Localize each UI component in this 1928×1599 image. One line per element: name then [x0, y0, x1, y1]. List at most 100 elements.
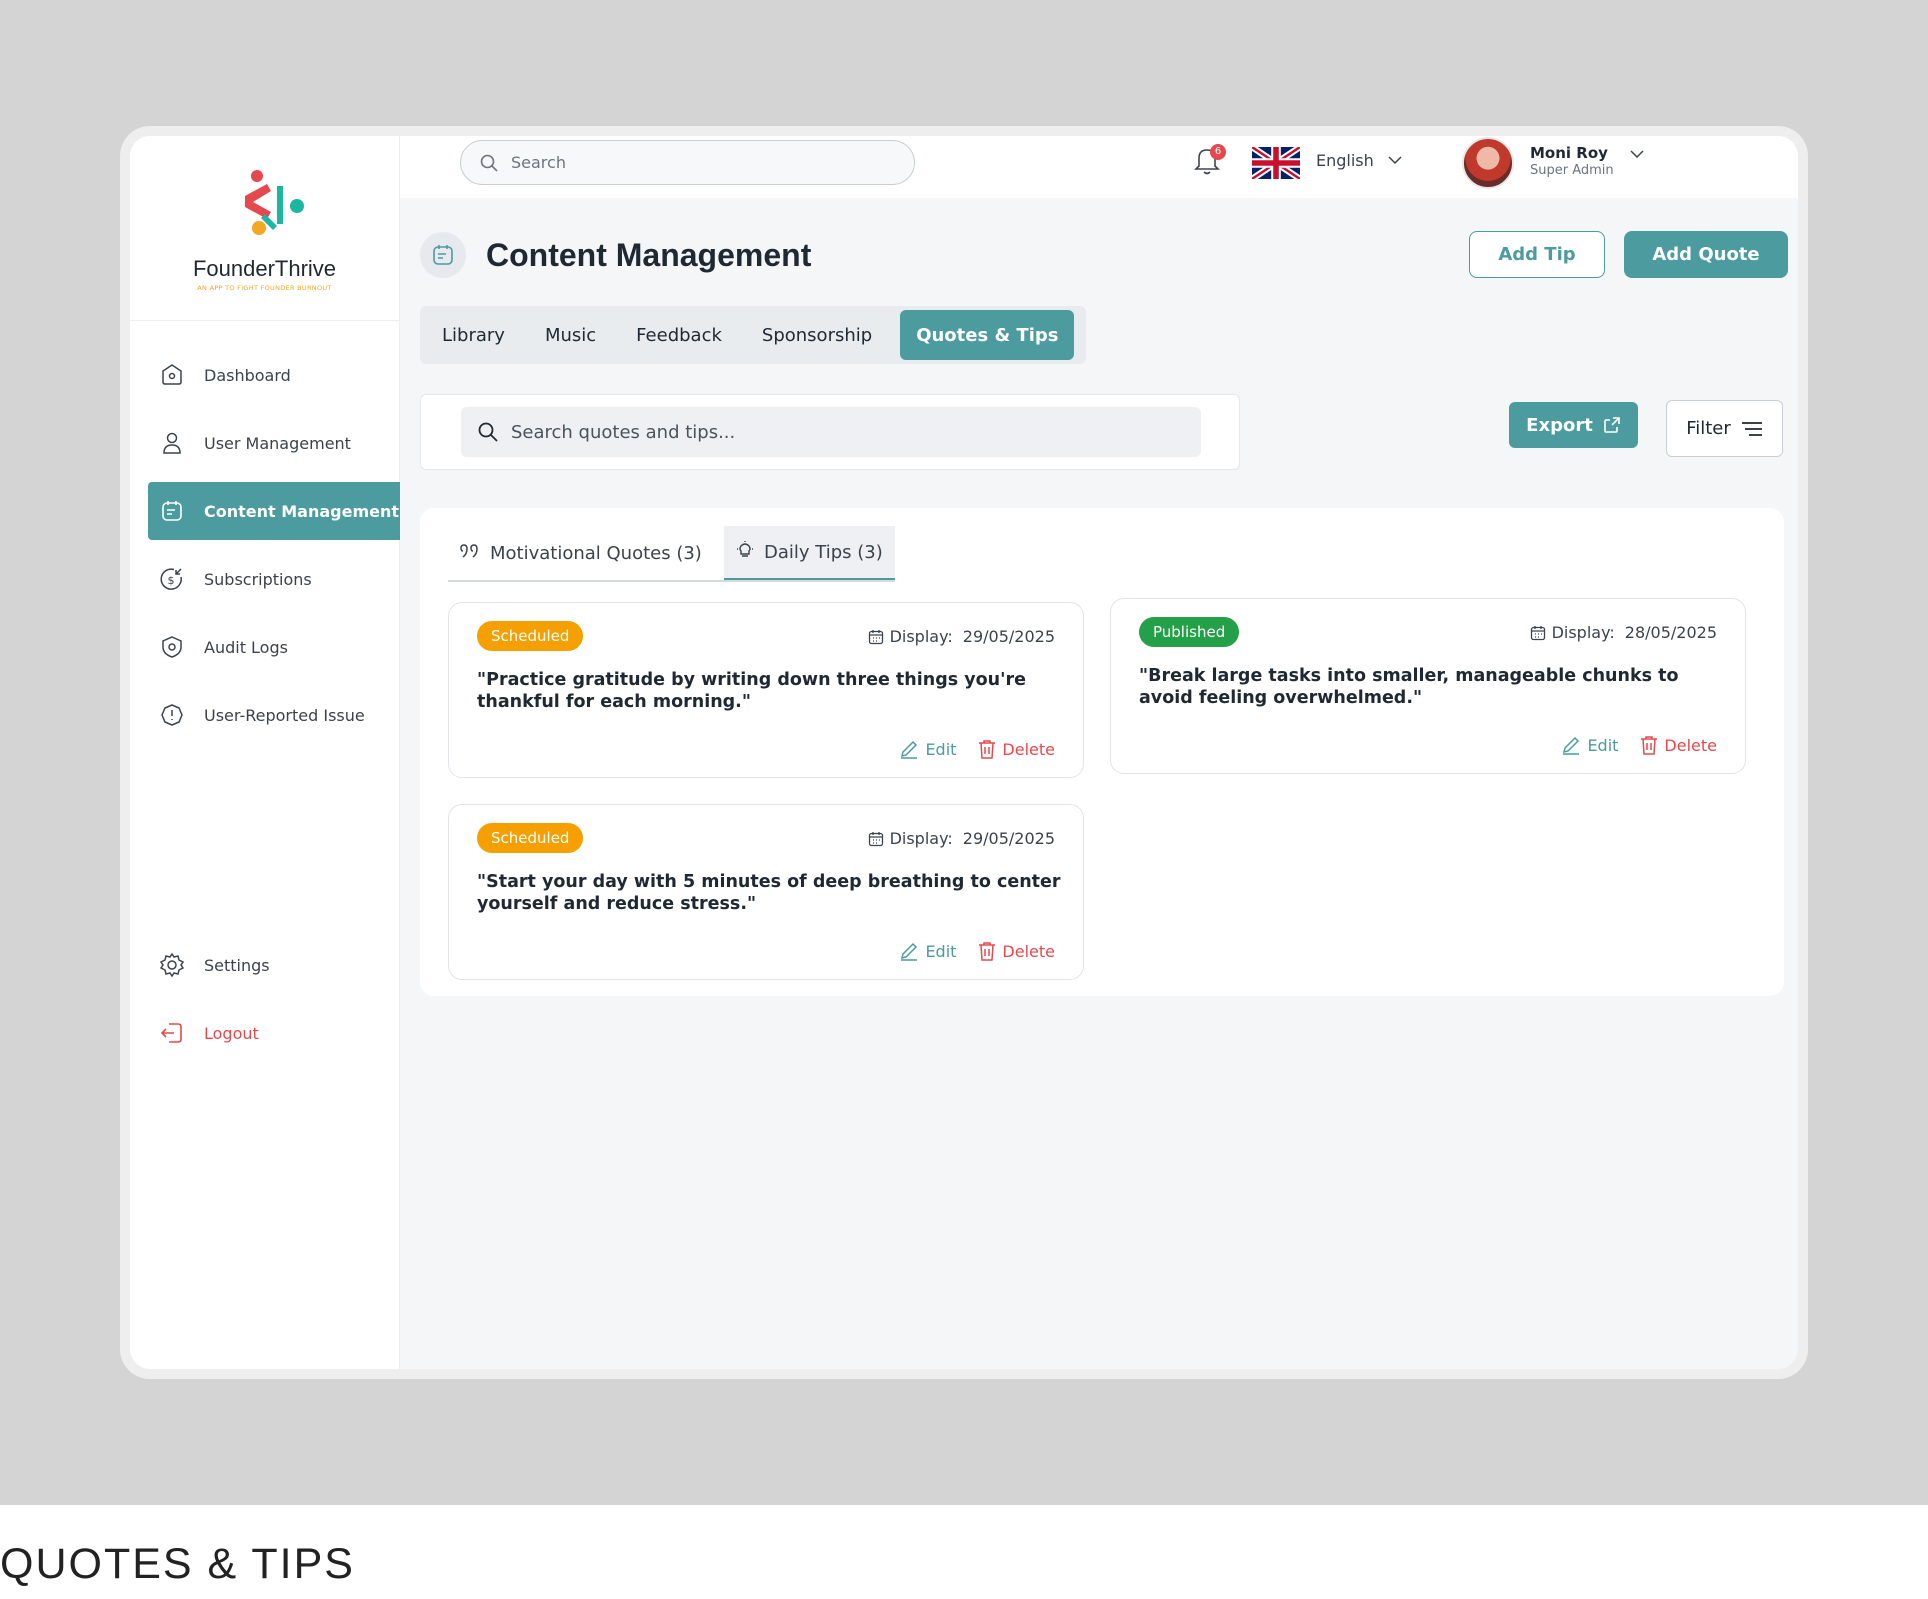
quotes-search-placeholder: Search quotes and tips...: [511, 421, 736, 443]
display-date: Display: 29/05/2025: [868, 829, 1055, 848]
pencil-icon: [901, 942, 918, 961]
presentation-background: FounderThrive AN APP TO FIGHT FOUNDER BU…: [0, 0, 1928, 1505]
sidebar-bottom: Settings Logout: [130, 936, 399, 1072]
filter-button[interactable]: Filter: [1666, 400, 1783, 457]
quotes-search-input[interactable]: Search quotes and tips...: [461, 407, 1201, 457]
pencil-icon: [901, 740, 918, 759]
home-icon: [158, 361, 186, 389]
global-search-placeholder: Search: [511, 153, 566, 172]
display-date: Display: 29/05/2025: [868, 627, 1055, 646]
dollar-icon: $: [158, 565, 186, 593]
brand-logo: FounderThrive AN APP TO FIGHT FOUNDER BU…: [130, 136, 399, 321]
edit-button[interactable]: Edit: [1561, 735, 1618, 755]
search-panel: Search quotes and tips...: [420, 394, 1240, 470]
display-date-value: 29/05/2025: [962, 829, 1055, 848]
tab-quotes-tips[interactable]: Quotes & Tips: [900, 310, 1075, 360]
sidebar-item-label: User-Reported Issue: [204, 705, 365, 725]
search-icon: [480, 154, 498, 172]
tab-library[interactable]: Library: [426, 310, 521, 360]
content-tabs: Library Music Feedback Sponsorship Quote…: [420, 306, 1086, 364]
tab-motivational-quotes[interactable]: Motivational Quotes (3): [448, 526, 724, 580]
gear-icon: [158, 951, 186, 979]
chevron-down-icon: [1388, 156, 1402, 165]
tip-card: Scheduled Display: 29/05/2025 "Start you…: [448, 804, 1084, 980]
user-role: Super Admin: [1530, 163, 1614, 178]
add-quote-button[interactable]: Add Quote: [1624, 231, 1788, 278]
sidebar-item-label: Content Management: [204, 501, 400, 521]
global-search-input[interactable]: Search: [460, 140, 915, 185]
search-icon: [478, 422, 498, 442]
lightbulb-icon: [736, 540, 754, 564]
delete-button[interactable]: Delete: [978, 739, 1055, 759]
user-icon: [158, 429, 186, 457]
sidebar-item-label: Dashboard: [204, 365, 291, 385]
sidebar-item-content-management[interactable]: Content Management: [148, 482, 400, 540]
edit-label: Edit: [925, 739, 957, 759]
sidebar-item-label: Audit Logs: [204, 637, 288, 657]
tip-actions: Edit Delete: [1561, 735, 1717, 755]
sidebar-item-label: Subscriptions: [204, 569, 312, 589]
avatar[interactable]: [1462, 137, 1514, 189]
tip-text: "Practice gratitude by writing down thre…: [477, 670, 1026, 712]
delete-label: Delete: [1002, 739, 1055, 759]
trash-icon: [979, 740, 996, 759]
logout-icon: [158, 1019, 186, 1047]
chevron-down-icon[interactable]: [1630, 150, 1644, 159]
notifications-button[interactable]: 6: [1192, 144, 1226, 178]
status-badge: Scheduled: [477, 621, 584, 651]
sidebar-item-user-management[interactable]: User Management: [148, 414, 400, 472]
export-button[interactable]: Export: [1509, 402, 1638, 448]
uk-flag-icon[interactable]: [1252, 147, 1300, 179]
device-frame: FounderThrive AN APP TO FIGHT FOUNDER BU…: [120, 126, 1808, 1379]
sidebar-item-user-reported-issue[interactable]: User-Reported Issue: [148, 686, 400, 744]
delete-label: Delete: [1002, 941, 1055, 961]
filter-lines-icon: [1741, 421, 1762, 436]
edit-button[interactable]: Edit: [899, 941, 956, 961]
screen-caption: QUOTES & TIPS: [0, 1540, 355, 1588]
delete-button[interactable]: Delete: [978, 941, 1055, 961]
display-date-value: 28/05/2025: [1624, 623, 1717, 642]
sidebar-item-logout[interactable]: Logout: [148, 1004, 400, 1062]
app-screen: FounderThrive AN APP TO FIGHT FOUNDER BU…: [130, 136, 1798, 1369]
trash-icon: [1641, 736, 1658, 755]
calendar-icon: [868, 831, 883, 846]
delete-label: Delete: [1664, 735, 1717, 755]
tab-sponsorship[interactable]: Sponsorship: [746, 310, 888, 360]
delete-button[interactable]: Delete: [1640, 735, 1717, 755]
shield-icon: [158, 633, 186, 661]
edit-button[interactable]: Edit: [899, 739, 956, 759]
tip-card: Published Display: 28/05/2025 "Break lar…: [1110, 598, 1746, 774]
sidebar-item-label: User Management: [204, 433, 351, 453]
language-selector[interactable]: English: [1316, 151, 1402, 170]
display-label: Display:: [889, 829, 953, 848]
content-icon: [420, 232, 466, 278]
founderthrive-logo-icon: [244, 170, 304, 235]
sidebar-item-settings[interactable]: Settings: [148, 936, 400, 994]
external-link-icon: [1604, 417, 1620, 433]
filter-label: Filter: [1686, 418, 1731, 439]
status-badge: Scheduled: [477, 823, 584, 853]
alert-icon: [158, 701, 186, 729]
sidebar-item-subscriptions[interactable]: $ Subscriptions: [148, 550, 400, 608]
tab-daily-tips[interactable]: Daily Tips (3): [724, 526, 895, 580]
display-date-value: 29/05/2025: [962, 627, 1055, 646]
sidebar-item-dashboard[interactable]: Dashboard: [148, 346, 400, 404]
language-label: English: [1316, 151, 1374, 170]
user-name: Moni Roy: [1530, 144, 1608, 162]
calendar-icon: [1530, 625, 1545, 640]
add-tip-button[interactable]: Add Tip: [1469, 231, 1605, 278]
main-content: Search 6 English Moni Roy Super Admin Co…: [400, 136, 1798, 1369]
tip-text: "Start your day with 5 minutes of deep b…: [477, 872, 1061, 914]
tab-music[interactable]: Music: [529, 310, 612, 360]
display-date: Display: 28/05/2025: [1530, 623, 1717, 642]
sidebar-item-audit-logs[interactable]: Audit Logs: [148, 618, 400, 676]
tab-feedback[interactable]: Feedback: [620, 310, 738, 360]
export-label: Export: [1526, 414, 1593, 436]
quotes-tips-subtabs: Motivational Quotes (3) Daily Tips (3): [448, 526, 895, 582]
top-bar: Search 6 English Moni Roy Super Admin: [400, 136, 1798, 198]
tip-actions: Edit Delete: [899, 739, 1055, 759]
display-label: Display:: [1551, 623, 1615, 642]
trash-icon: [979, 942, 996, 961]
quote-marks-icon: [460, 543, 480, 564]
notification-count-badge: 6: [1210, 144, 1226, 160]
